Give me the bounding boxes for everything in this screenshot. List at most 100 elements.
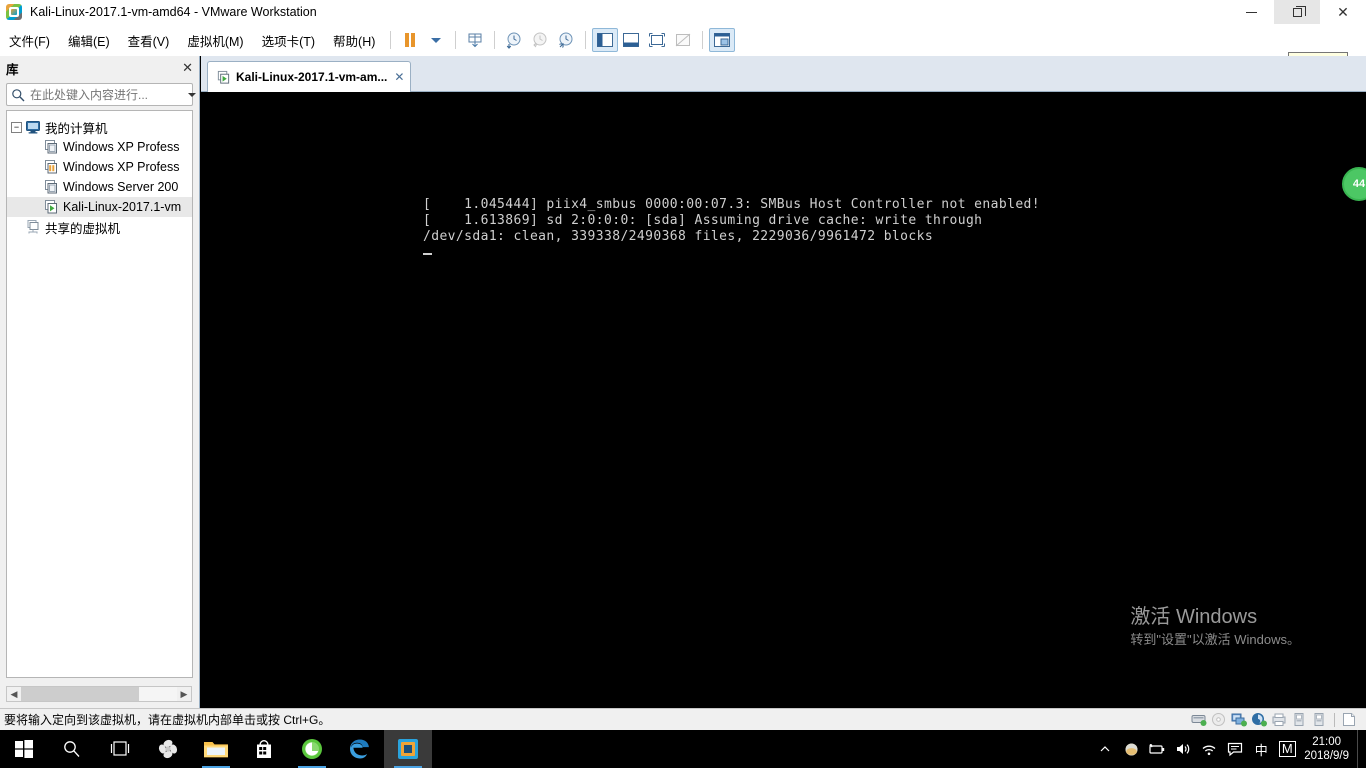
tree-item-label: 共享的虚拟机 [45,221,121,236]
clock-time: 21:00 [1312,736,1341,748]
search-box[interactable] [6,83,196,106]
battery-icon[interactable] [1144,730,1170,768]
menu-item-view[interactable]: 查看(V) [119,27,179,54]
menu-item-vm[interactable]: 虚拟机(M) [178,27,252,54]
windows-taskbar: 中 M 21:00 2018/9/9 [0,730,1366,768]
search-icon [12,88,25,101]
snapshot-manager-icon[interactable] [553,28,579,52]
sound-card-icon[interactable] [1251,712,1268,727]
chevron-right-icon[interactable]: ▶ [177,687,191,701]
fullscreen-icon[interactable] [644,28,670,52]
tree-item-shared-vms[interactable]: 共享的虚拟机 [7,217,192,237]
chevron-down-icon[interactable] [188,92,196,97]
vm-icon [45,180,57,194]
ime-mode-indicator[interactable]: M [1274,730,1300,768]
sidebar-horizontal-scrollbar[interactable]: ◀ ▶ [6,686,192,702]
menu-item-file[interactable]: 文件(F) [0,27,59,54]
usb-device-icon[interactable] [1291,712,1308,727]
chevron-left-icon[interactable]: ◀ [7,687,21,701]
watermark-title: 激活 Windows [1130,606,1258,628]
pause-icon[interactable] [397,28,423,52]
scrollbar-track[interactable] [21,687,177,701]
menu-item-help[interactable]: 帮助(H) [324,27,384,54]
close-icon[interactable]: ✕ [182,60,193,76]
collapse-toggle-icon[interactable]: − [11,121,22,133]
console-line-3: /dev/sda1: clean, 339338/2490368 files, … [423,229,934,244]
search-input[interactable] [25,87,185,102]
toolbar [397,28,736,52]
send-ctrl-alt-del-icon[interactable] [462,28,488,52]
toolbar-divider [494,31,496,49]
tab-label: Kali-Linux-2017.1-vm-am... [236,70,388,84]
action-center-icon[interactable] [1222,730,1248,768]
toolbar-divider [390,31,392,49]
task-view-icon[interactable] [96,730,144,768]
console-line-1: [ 1.045444] piix4_smbus 0000:00:07.3: SM… [423,197,1040,212]
printer-icon[interactable] [1271,712,1288,727]
scrollbar-thumb[interactable] [21,687,139,701]
vm-running-icon [217,70,230,84]
network-adapter-icon[interactable] [1231,712,1248,727]
tree-item-label: Windows XP Profess [63,140,180,154]
microsoft-store-icon[interactable] [240,730,288,768]
show-thumbnail-bar-icon[interactable] [618,28,644,52]
cd-dvd-icon[interactable] [1211,712,1228,727]
toolbar-divider [585,31,587,49]
library-header: 库 ✕ [0,56,199,80]
close-icon[interactable]: ✕ [394,70,404,84]
tree-item-label: Kali-Linux-2017.1-vm [63,200,182,214]
vm-console[interactable]: [ 1.045444] piix4_smbus 0000:00:07.3: SM… [201,92,1366,708]
tree-item-windows-xp-2[interactable]: Windows XP Profess [7,157,192,177]
show-library-icon[interactable] [592,28,619,52]
toolbar-divider [455,31,457,49]
library-title: 库 [6,62,19,77]
unity-mode-icon[interactable] [670,28,696,52]
tree-item-kali-linux[interactable]: Kali-Linux-2017.1-vm [7,197,192,217]
menu-item-edit[interactable]: 编辑(E) [59,27,119,54]
shared-folder-icon[interactable] [1341,712,1358,727]
menu-item-tabs[interactable]: 选项卡(T) [253,27,324,54]
close-button[interactable]: ✕ [1320,0,1366,24]
green-browser-icon[interactable] [288,730,336,768]
console-cursor [423,253,432,255]
volume-icon[interactable] [1170,730,1196,768]
library-sidebar: 库 ✕ − 我的计算机 [0,56,200,708]
tree-item-label: Windows Server 200 [63,180,179,194]
tab-kali-linux[interactable]: Kali-Linux-2017.1-vm-am... ✕ [207,61,412,92]
file-explorer-icon[interactable] [192,730,240,768]
tree-item-my-computer[interactable]: − 我的计算机 [7,117,192,137]
tree-item-windows-server[interactable]: Windows Server 200 [7,177,192,197]
tree-item-windows-xp-1[interactable]: Windows XP Profess [7,137,192,157]
toolbar-divider [702,31,704,49]
wifi-icon[interactable] [1196,730,1222,768]
status-message: 要将输入定向到该虚拟机，请在虚拟机内部单击或按 Ctrl+G。 [4,713,331,727]
taskbar-clock[interactable]: 21:00 2018/9/9 [1300,735,1357,763]
vmware-workstation-window: Kali-Linux-2017.1-vm-amd64 - VMware Work… [0,0,1366,768]
pinwheel-app-icon[interactable] [144,730,192,768]
onedrive-cloud-icon[interactable] [1118,730,1144,768]
vm-icon [45,140,57,154]
show-desktop-button[interactable] [1357,730,1364,768]
vmware-workstation-icon[interactable] [384,730,432,768]
clock-date: 2018/9/9 [1304,750,1349,762]
system-tray: 中 M 21:00 2018/9/9 [1092,730,1366,768]
hard-disk-icon[interactable] [1191,712,1208,727]
search-icon[interactable] [48,730,96,768]
restore-down-button[interactable] [1274,0,1320,24]
edge-browser-icon[interactable] [336,730,384,768]
status-divider [1334,712,1335,727]
menu-bar: 文件(F) 编辑(E) 查看(V) 虚拟机(M) 选项卡(T) 帮助(H) [0,24,1366,75]
take-snapshot-icon[interactable] [501,28,527,52]
notification-badge[interactable]: 44 [1342,167,1366,201]
status-bar: 要将输入定向到该虚拟机，请在虚拟机内部单击或按 Ctrl+G。 [0,708,1366,730]
minimize-button[interactable] [1228,0,1274,24]
ime-language-indicator[interactable]: 中 [1248,730,1274,768]
vm-library-tree: − 我的计算机 Windows XP Profess Windows XP Pr… [6,110,193,678]
start-button-icon[interactable] [0,730,48,768]
revert-snapshot-icon[interactable] [527,28,553,52]
chevron-up-icon[interactable] [1092,730,1118,768]
console-view-icon[interactable] [709,28,736,52]
chevron-down-icon[interactable] [423,28,449,52]
window-title: Kali-Linux-2017.1-vm-amd64 - VMware Work… [30,4,317,19]
usb-device-icon[interactable] [1311,712,1328,727]
